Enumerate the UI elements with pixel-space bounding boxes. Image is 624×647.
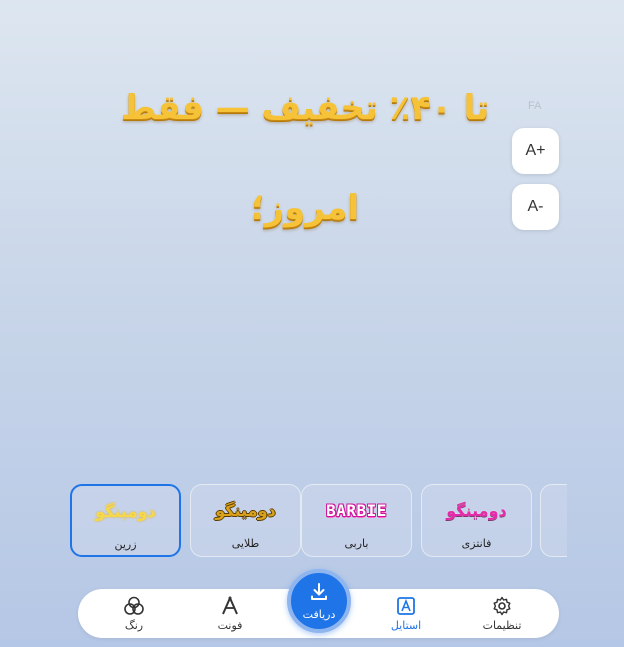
download-button[interactable]: دریافت xyxy=(287,569,351,633)
nav-font-label: فونت xyxy=(217,618,243,632)
nav-color-label: رنگ xyxy=(124,618,144,632)
style-carousel[interactable]: دومینگو زرین دومینگو طلایی BARBIE باربی … xyxy=(70,484,567,558)
style-card-fantasy[interactable]: دومینگو فانتزی xyxy=(421,484,532,557)
style-frame-icon xyxy=(396,596,416,616)
language-badge: FA xyxy=(528,100,542,112)
style-card-zarrin[interactable]: دومینگو زرین xyxy=(70,484,181,557)
gear-icon xyxy=(492,596,512,616)
download-icon xyxy=(309,582,329,606)
font-letter-icon xyxy=(220,595,240,616)
nav-style[interactable]: استایل xyxy=(366,589,446,638)
decrease-font-size-button[interactable]: A- xyxy=(512,184,559,230)
style-card-talayi[interactable]: دومینگو طلایی xyxy=(190,484,301,557)
nav-settings-label: تنظیمات xyxy=(482,618,522,632)
style-preview: دومینگو xyxy=(215,501,276,520)
nav-settings[interactable]: تنظیمات xyxy=(462,589,542,638)
style-label: فانتزی xyxy=(461,537,492,550)
preview-text-line-1: تا ۴۰٪ تخفیف — فقط xyxy=(120,88,490,128)
preview-text-line-2: امروز؛ xyxy=(250,188,360,228)
style-preview: دومینگو xyxy=(95,502,156,521)
nav-style-label: استایل xyxy=(390,618,422,632)
download-label: دریافت xyxy=(302,607,336,621)
style-card-partial[interactable] xyxy=(540,484,567,557)
style-preview: دومینگو xyxy=(446,501,507,520)
style-label: طلایی xyxy=(231,537,260,550)
nav-font[interactable]: فونت xyxy=(190,589,270,638)
style-label: باربی xyxy=(344,537,369,550)
style-preview: BARBIE xyxy=(326,501,387,520)
color-circles-icon xyxy=(123,596,145,616)
nav-color[interactable]: رنگ xyxy=(94,589,174,638)
increase-font-size-button[interactable]: A+ xyxy=(512,128,559,174)
style-card-barbie[interactable]: BARBIE باربی xyxy=(301,484,412,557)
style-label: زرین xyxy=(114,538,137,551)
